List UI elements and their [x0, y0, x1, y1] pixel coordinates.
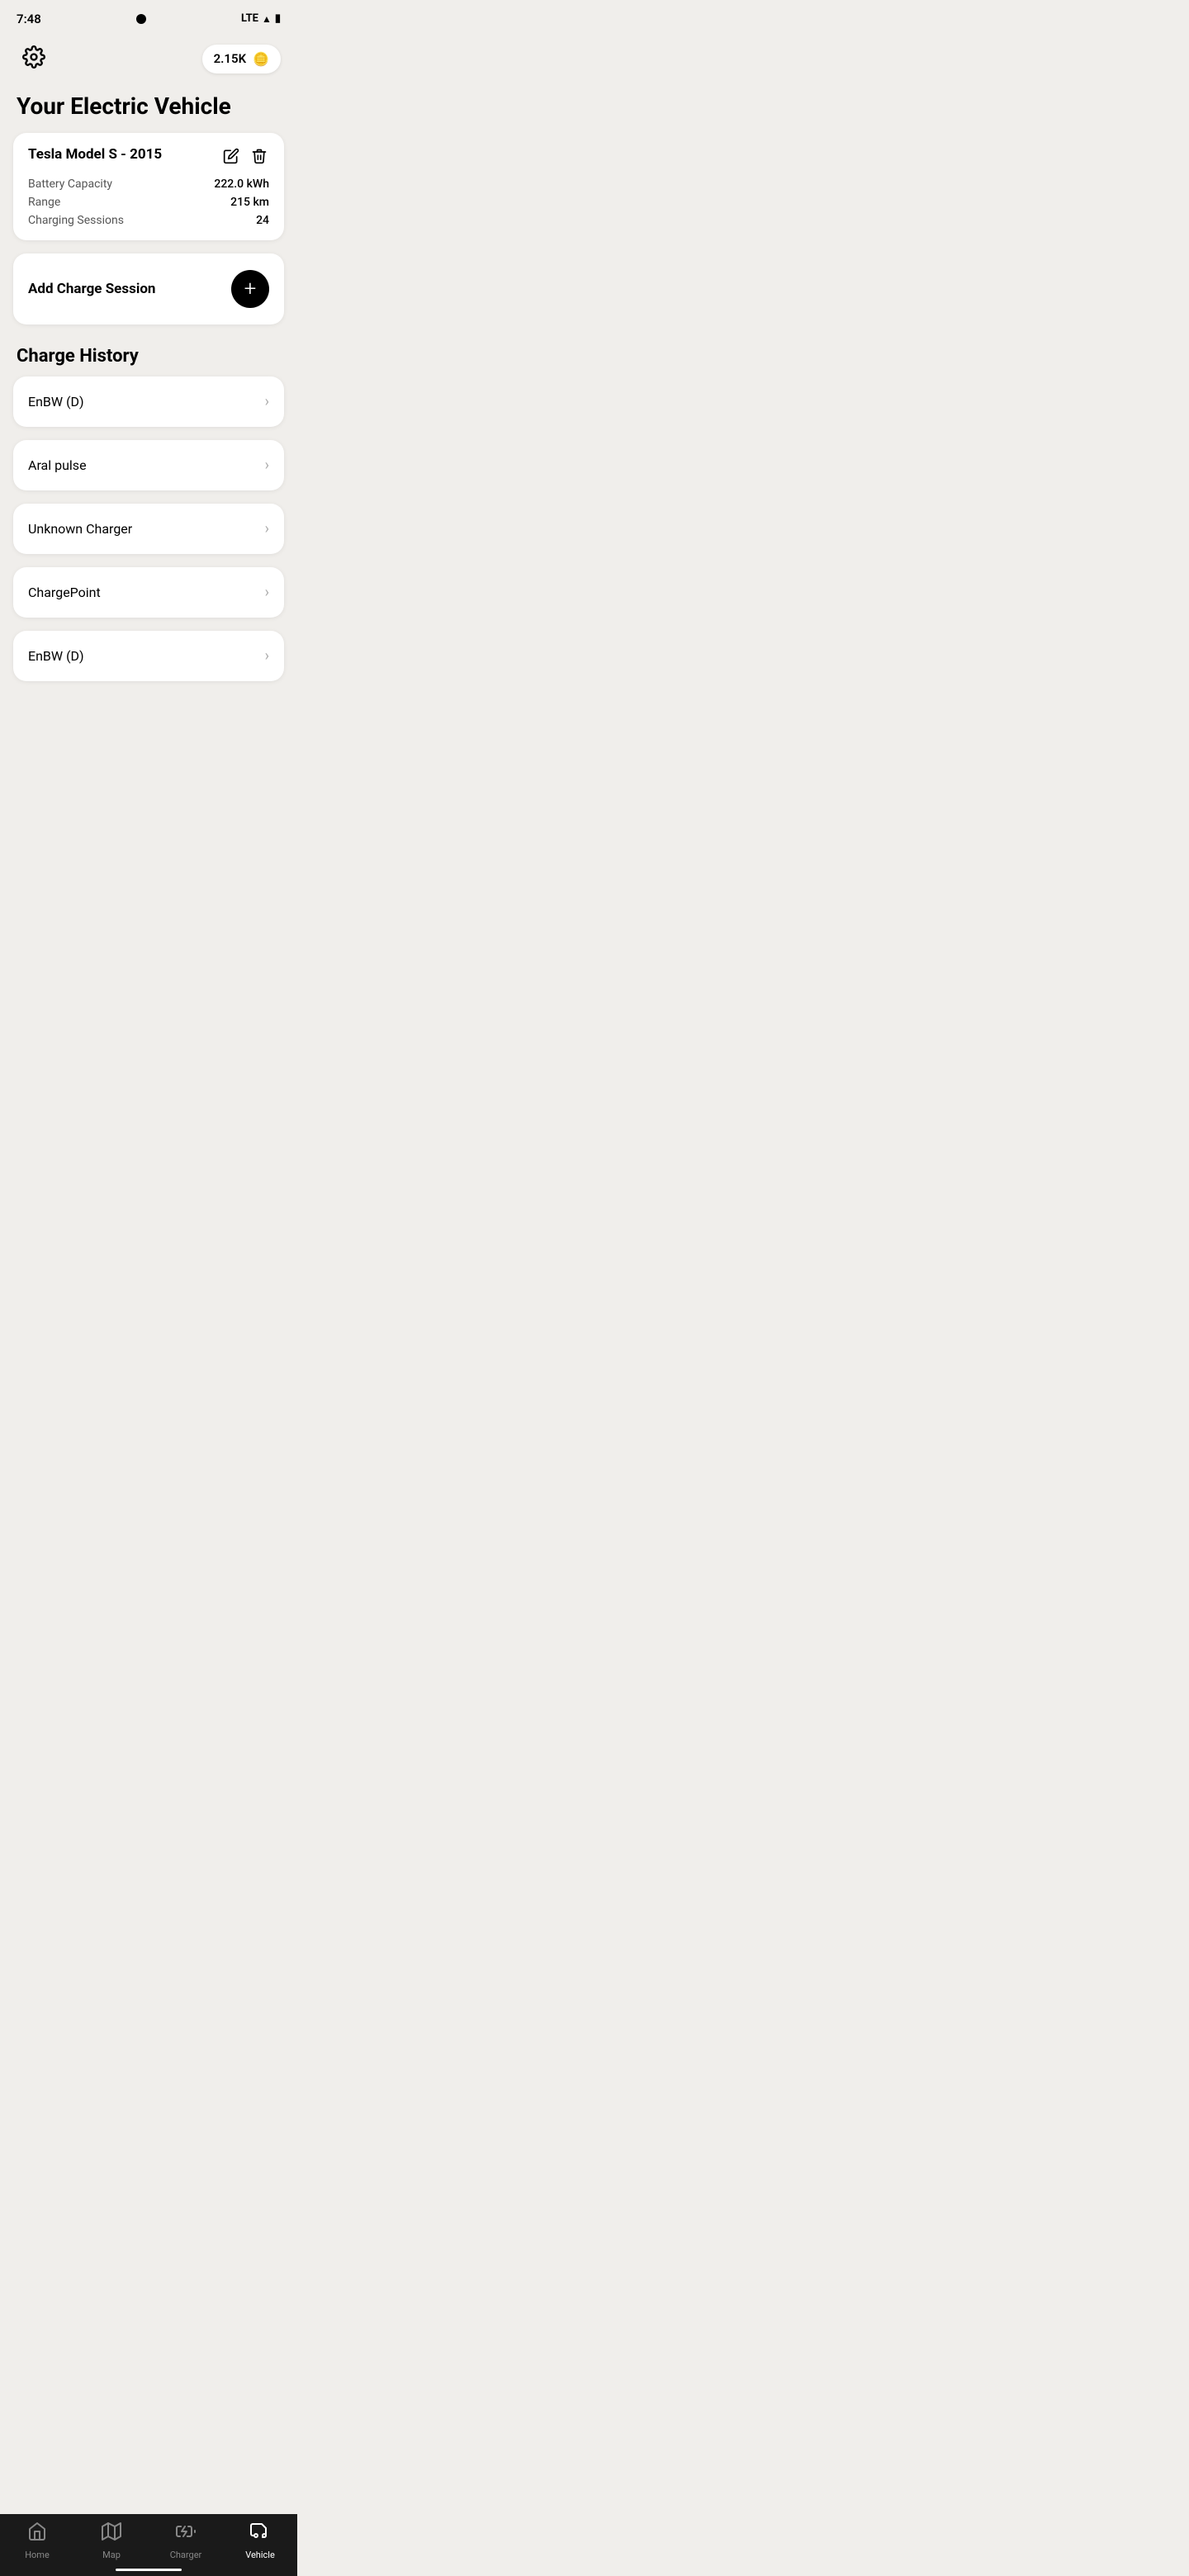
battery-capacity-label: Battery Capacity	[28, 178, 112, 191]
vehicle-actions	[221, 146, 269, 166]
history-item-label: Unknown Charger	[28, 521, 132, 537]
charge-history-title: Charge History	[0, 338, 297, 376]
wallet-balance: 2.15K	[214, 51, 246, 66]
battery-capacity-value: 222.0 kWh	[214, 178, 269, 191]
map-nav-icon	[102, 2522, 121, 2546]
home-nav-icon	[27, 2522, 47, 2546]
range-label: Range	[28, 196, 60, 209]
chevron-right-icon: ›	[265, 520, 269, 537]
network-type: LTE	[241, 12, 258, 25]
add-session-card[interactable]: Add Charge Session +	[13, 253, 284, 324]
nav-item-charger[interactable]: Charger	[149, 2522, 223, 2560]
nav-indicator	[116, 2569, 182, 2571]
wallet-badge[interactable]: 2.15K 🪙	[202, 45, 281, 73]
charger-nav-label: Charger	[170, 2550, 202, 2560]
map-nav-label: Map	[102, 2550, 121, 2560]
nav-item-map[interactable]: Map	[74, 2522, 149, 2560]
vehicle-nav-icon	[250, 2522, 270, 2546]
chevron-right-icon: ›	[265, 393, 269, 410]
charging-sessions-row: Charging Sessions 24	[28, 214, 269, 227]
wallet-icon: 🪙	[253, 51, 269, 67]
add-session-label: Add Charge Session	[28, 281, 155, 297]
vehicle-card: Tesla Model S - 2015	[13, 133, 284, 240]
main-content: Your Electric Vehicle Tesla Model S - 20…	[0, 84, 297, 765]
range-value: 215 km	[230, 196, 269, 209]
nav-item-vehicle[interactable]: Vehicle	[223, 2522, 297, 2560]
edit-vehicle-button[interactable]	[221, 146, 241, 166]
history-item[interactable]: EnBW (D) ›	[13, 376, 284, 427]
chevron-right-icon: ›	[265, 647, 269, 665]
plus-icon: +	[244, 278, 257, 300]
vehicle-name: Tesla Model S - 2015	[28, 146, 162, 163]
settings-button[interactable]	[17, 41, 51, 76]
chevron-right-icon: ›	[265, 584, 269, 601]
charger-nav-icon	[176, 2522, 196, 2546]
status-bar: 7:48 LTE ▲ ▮	[0, 0, 297, 33]
chevron-right-icon: ›	[265, 457, 269, 474]
history-item-label: EnBW (D)	[28, 394, 84, 410]
vehicle-nav-label: Vehicle	[245, 2550, 275, 2560]
home-nav-label: Home	[25, 2550, 50, 2560]
charging-sessions-value: 24	[256, 214, 269, 227]
header: 2.15K 🪙	[0, 33, 297, 84]
status-time: 7:48	[17, 12, 41, 26]
history-item[interactable]: Aral pulse ›	[13, 440, 284, 490]
charge-history-list: EnBW (D)›Aral pulse›Unknown Charger›Char…	[0, 376, 297, 681]
delete-vehicle-button[interactable]	[249, 146, 269, 166]
battery-icon: ▮	[275, 12, 281, 25]
history-item-label: EnBW (D)	[28, 648, 84, 664]
vehicle-details: Battery Capacity 222.0 kWh Range 215 km …	[28, 178, 269, 227]
history-item[interactable]: Unknown Charger ›	[13, 504, 284, 554]
status-center	[136, 14, 146, 24]
history-item[interactable]: ChargePoint ›	[13, 567, 284, 618]
range-row: Range 215 km	[28, 196, 269, 209]
nav-item-home[interactable]: Home	[0, 2522, 74, 2560]
history-item-label: Aral pulse	[28, 457, 87, 473]
vehicle-card-header: Tesla Model S - 2015	[28, 146, 269, 166]
battery-capacity-row: Battery Capacity 222.0 kWh	[28, 178, 269, 191]
status-icons: LTE ▲ ▮	[241, 12, 281, 25]
charging-sessions-label: Charging Sessions	[28, 214, 124, 227]
history-item-label: ChargePoint	[28, 585, 101, 600]
add-session-button[interactable]: +	[231, 270, 269, 308]
page-title: Your Electric Vehicle	[0, 84, 297, 133]
signal-icon: ▲	[262, 13, 272, 25]
camera-dot	[136, 14, 146, 24]
history-item[interactable]: EnBW (D) ›	[13, 631, 284, 681]
gear-icon	[22, 45, 45, 72]
bottom-nav: Home Map Charger Vehicle	[0, 2514, 297, 2576]
